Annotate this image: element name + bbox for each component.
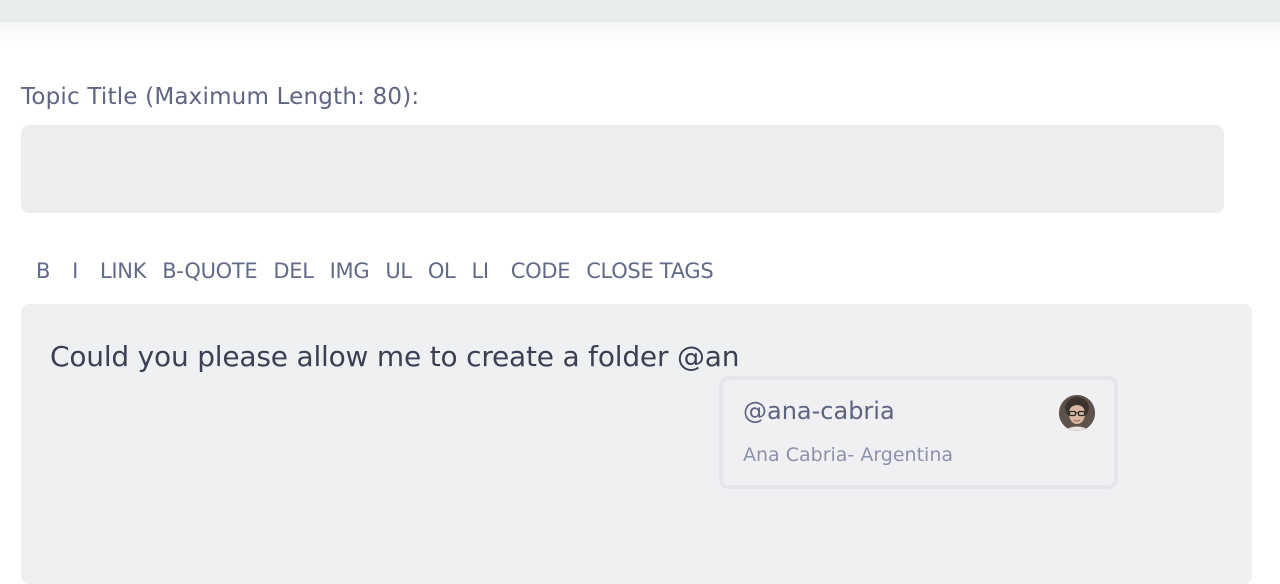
formatting-toolbar: B I LINK B-QUOTE DEL IMG UL OL LI CODE C… [28, 256, 721, 286]
blockquote-button[interactable]: B-QUOTE [154, 259, 265, 283]
topic-title-label: Topic Title (Maximum Length: 80): [21, 84, 420, 110]
mention-handle: @ana-cabria [743, 397, 895, 425]
user-avatar-icon [1059, 395, 1095, 431]
ordered-list-button[interactable]: OL [420, 259, 464, 283]
top-bar-shadow [0, 22, 1280, 48]
strikethrough-button[interactable]: DEL [265, 259, 321, 283]
close-tags-button[interactable]: CLOSE TAGS [578, 259, 721, 283]
bold-button[interactable]: B [28, 259, 64, 283]
topic-title-input[interactable] [21, 125, 1224, 213]
list-item-button[interactable]: LI [463, 259, 502, 283]
top-bar [0, 0, 1280, 22]
image-button[interactable]: IMG [322, 259, 378, 283]
editor-content[interactable]: Could you please allow me to create a fo… [50, 340, 739, 373]
code-button[interactable]: CODE [503, 259, 578, 283]
link-button[interactable]: LINK [92, 259, 154, 283]
mention-display-name: Ana Cabria- Argentina [743, 444, 954, 466]
italic-button[interactable]: I [64, 259, 92, 283]
mention-suggestion[interactable]: @ana-cabria Ana Cabria- Argentina [719, 376, 1118, 489]
unordered-list-button[interactable]: UL [377, 259, 419, 283]
